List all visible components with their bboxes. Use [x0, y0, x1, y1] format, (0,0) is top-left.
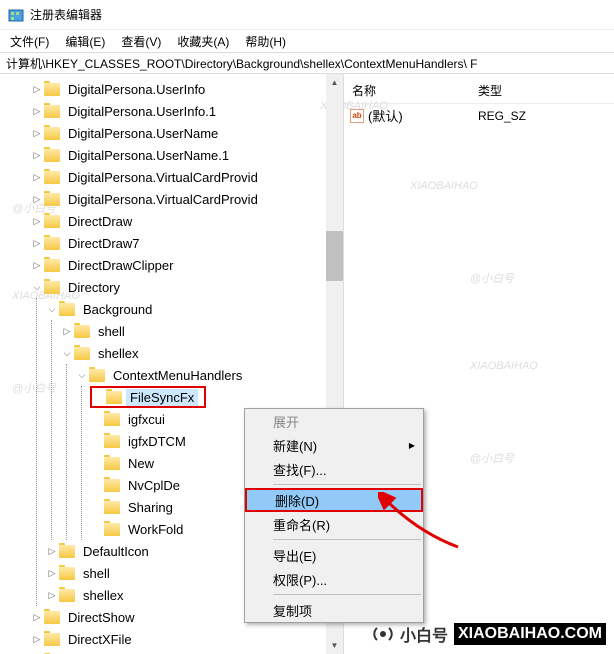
- tree-item-contextmenuhandlers[interactable]: ⌵ContextMenuHandlers: [75, 364, 343, 386]
- tree-item[interactable]: ▷DiskManagement.Connection: [30, 650, 343, 654]
- expander-icon[interactable]: ▷: [45, 568, 59, 579]
- expander-icon[interactable]: ▷: [30, 260, 44, 271]
- folder-icon: [74, 347, 90, 360]
- menu-new[interactable]: 新建(N)▶: [245, 433, 423, 457]
- address-bar[interactable]: 计算机\HKEY_CLASSES_ROOT\Directory\Backgrou…: [0, 52, 614, 74]
- tree-item[interactable]: ▷DirectDraw: [30, 210, 343, 232]
- scroll-down-button[interactable]: ▼: [326, 637, 343, 654]
- expander-icon[interactable]: ▷: [30, 238, 44, 249]
- menu-find[interactable]: 查找(F)...: [245, 457, 423, 481]
- scrollbar-thumb[interactable]: [326, 231, 343, 281]
- tree-item[interactable]: ▷DigitalPersona.UserName: [30, 122, 343, 144]
- expander-icon[interactable]: ▷: [30, 84, 44, 95]
- scroll-up-button[interactable]: ▲: [326, 74, 343, 91]
- watermark-logo: 小白号 XIAOBAIHAO.COM: [372, 622, 606, 646]
- tree-item[interactable]: ▷DirectDrawClipper: [30, 254, 343, 276]
- menu-expand[interactable]: 展开: [245, 409, 423, 433]
- value-name: (默认): [368, 106, 403, 125]
- string-value-icon: ab: [350, 109, 364, 123]
- menu-rename[interactable]: 重命名(R): [245, 512, 423, 536]
- tree-item[interactable]: ▷DirectXFile: [30, 628, 343, 650]
- expander-icon[interactable]: ⌵: [75, 370, 89, 381]
- folder-icon: [44, 105, 60, 118]
- folder-icon: [104, 501, 120, 514]
- folder-icon: [44, 149, 60, 162]
- expander-icon[interactable]: ▷: [30, 194, 44, 205]
- watermark-url: XIAOBAIHAO.COM: [454, 623, 606, 645]
- tree-item-directory[interactable]: ⌵Directory: [30, 276, 343, 298]
- window-title: 注册表编辑器: [30, 6, 102, 23]
- column-type[interactable]: 类型: [470, 80, 510, 101]
- menu-file[interactable]: 文件(F): [6, 31, 53, 52]
- tree-item[interactable]: ▷DigitalPersona.UserName.1: [30, 144, 343, 166]
- tree-item[interactable]: ▷shell: [60, 320, 343, 342]
- folder-icon: [44, 193, 60, 206]
- folder-icon: [104, 413, 120, 426]
- broadcast-icon: [372, 623, 394, 645]
- menu-delete[interactable]: 删除(D): [245, 488, 423, 512]
- tree-item[interactable]: ▷DigitalPersona.VirtualCardProvid: [30, 166, 343, 188]
- folder-icon: [104, 523, 120, 536]
- folder-icon: [44, 633, 60, 646]
- folder-icon: [104, 479, 120, 492]
- menu-export[interactable]: 导出(E): [245, 543, 423, 567]
- menu-help[interactable]: 帮助(H): [241, 31, 290, 52]
- tree-item-shellex[interactable]: ⌵shellex: [60, 342, 343, 364]
- menu-separator: [273, 484, 421, 485]
- menu-separator: [273, 539, 421, 540]
- menu-copy-key-name[interactable]: 复制项: [245, 598, 423, 622]
- title-bar: 注册表编辑器: [0, 0, 614, 30]
- expander-icon[interactable]: ⌵: [30, 282, 44, 293]
- folder-icon: [44, 215, 60, 228]
- tree-item[interactable]: ▷DigitalPersona.UserInfo.1: [30, 100, 343, 122]
- watermark-brand: 小白号: [400, 622, 448, 646]
- expander-icon[interactable]: ⌵: [60, 348, 74, 359]
- folder-icon: [106, 391, 122, 404]
- folder-icon: [59, 545, 75, 558]
- folder-icon: [89, 369, 105, 382]
- expander-icon[interactable]: ▷: [30, 216, 44, 227]
- tree-item-background[interactable]: ⌵Background: [45, 298, 343, 320]
- expander-icon[interactable]: ▷: [30, 106, 44, 117]
- list-row[interactable]: ab (默认) REG_SZ: [344, 104, 614, 127]
- expander-icon[interactable]: ▷: [45, 546, 59, 557]
- submenu-arrow-icon: ▶: [409, 441, 415, 450]
- menu-permissions[interactable]: 权限(P)...: [245, 567, 423, 591]
- folder-icon: [44, 83, 60, 96]
- expander-icon[interactable]: ▷: [30, 634, 44, 645]
- list-header: 名称 类型: [344, 78, 614, 104]
- expander-icon[interactable]: ▷: [30, 612, 44, 623]
- tree-item[interactable]: ▷DigitalPersona.VirtualCardProvid: [30, 188, 343, 210]
- folder-icon: [104, 435, 120, 448]
- menu-bar: 文件(F) 编辑(E) 查看(V) 收藏夹(A) 帮助(H): [0, 30, 614, 52]
- regedit-icon: [8, 7, 24, 23]
- folder-icon: [44, 171, 60, 184]
- folder-icon: [44, 127, 60, 140]
- column-name[interactable]: 名称: [344, 80, 470, 101]
- expander-icon[interactable]: ▷: [30, 172, 44, 183]
- folder-icon: [59, 589, 75, 602]
- tree-item-filesyncfx[interactable]: •FileSyncFx: [90, 386, 206, 408]
- value-type: REG_SZ: [470, 109, 526, 123]
- menu-edit[interactable]: 编辑(E): [61, 31, 109, 52]
- folder-icon: [44, 611, 60, 624]
- menu-view[interactable]: 查看(V): [117, 31, 165, 52]
- context-menu: 展开 新建(N)▶ 查找(F)... 删除(D) 重命名(R) 导出(E) 权限…: [244, 408, 424, 623]
- expander-icon[interactable]: ▷: [30, 128, 44, 139]
- folder-icon: [74, 325, 90, 338]
- expander-icon[interactable]: ▷: [45, 590, 59, 601]
- menu-separator: [273, 594, 421, 595]
- folder-icon: [44, 237, 60, 250]
- folder-icon: [44, 281, 60, 294]
- folder-icon: [59, 303, 75, 316]
- tree-item[interactable]: ▷DigitalPersona.UserInfo: [30, 78, 343, 100]
- expander-icon[interactable]: ▷: [30, 150, 44, 161]
- expander-icon[interactable]: ⌵: [45, 304, 59, 315]
- tree-item[interactable]: ▷DirectDraw7: [30, 232, 343, 254]
- folder-icon: [104, 457, 120, 470]
- folder-icon: [59, 567, 75, 580]
- folder-icon: [44, 259, 60, 272]
- menu-favorites[interactable]: 收藏夹(A): [173, 31, 233, 52]
- expander-icon[interactable]: ▷: [60, 326, 74, 337]
